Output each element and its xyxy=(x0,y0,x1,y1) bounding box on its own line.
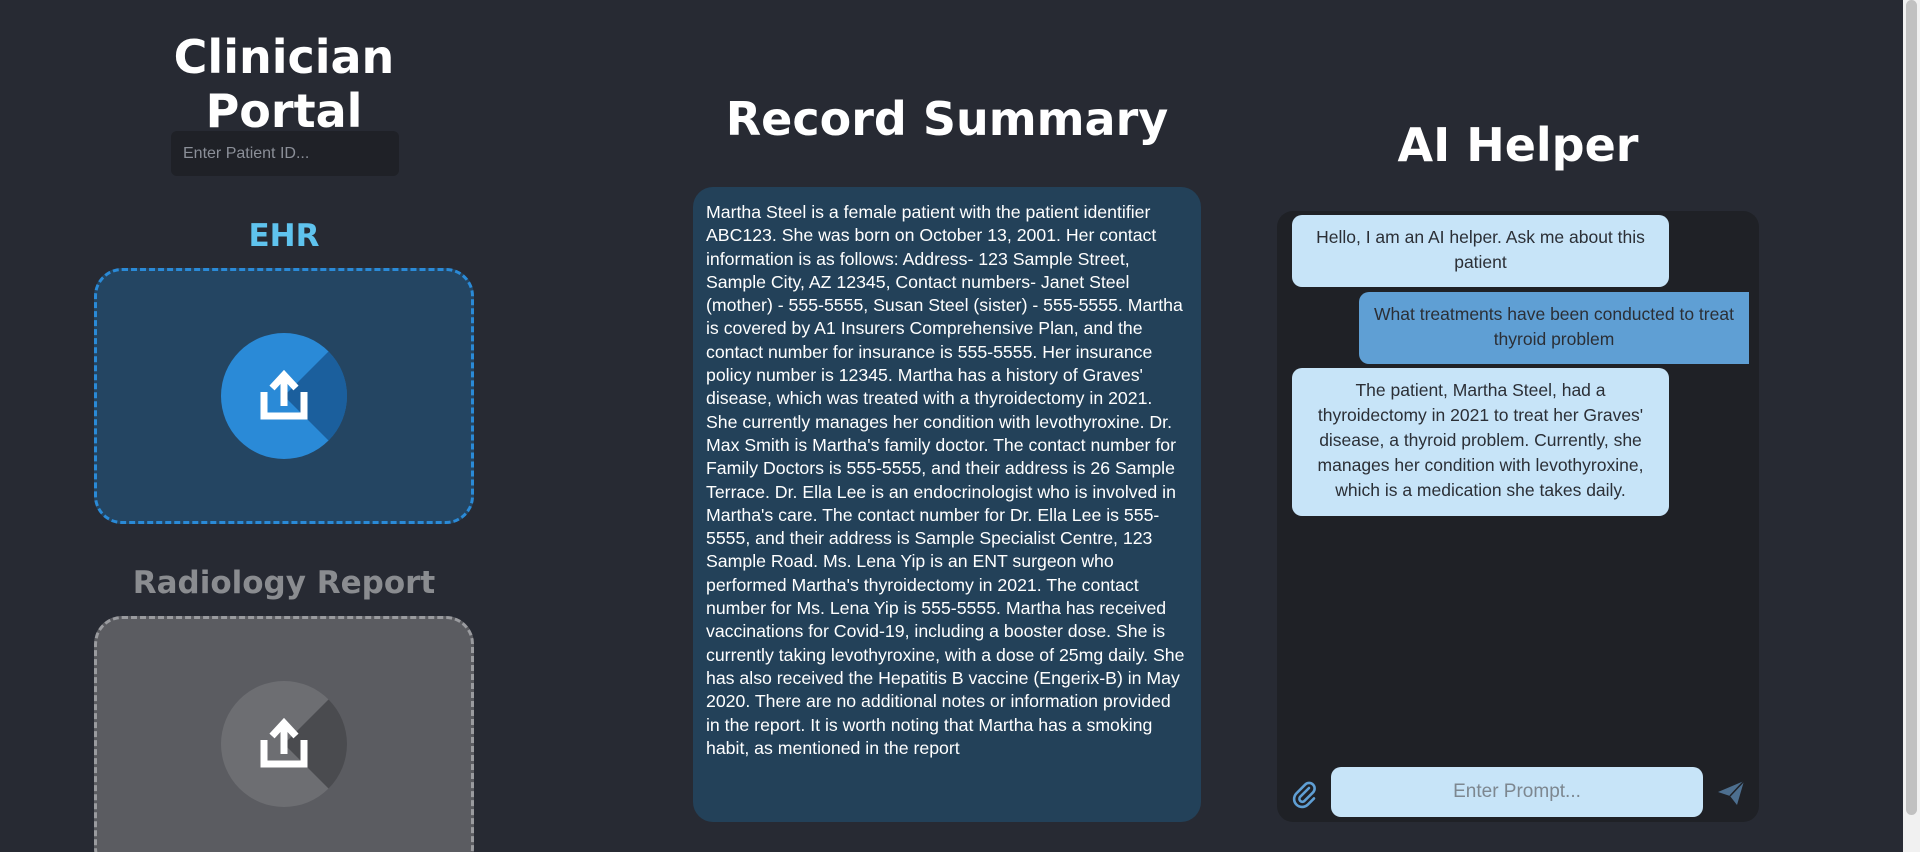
record-summary-title: Record Summary xyxy=(725,92,1169,146)
paperclip-icon[interactable] xyxy=(1289,779,1319,809)
chat-message-user: What treatments have been conducted to t… xyxy=(1359,292,1749,364)
prompt-input[interactable] xyxy=(1331,767,1703,817)
record-summary-text: Martha Steel is a female patient with th… xyxy=(693,187,1201,822)
upload-icon xyxy=(260,369,308,420)
clinician-portal-page: Clinician Portal EHR Radiology Report xyxy=(0,0,1920,852)
page-scrollbar[interactable] xyxy=(1903,0,1920,852)
scrollbar-thumb[interactable] xyxy=(1906,0,1917,815)
upload-icon xyxy=(260,717,308,768)
ehr-upload-dropzone[interactable] xyxy=(94,268,474,524)
send-icon[interactable] xyxy=(1715,777,1747,809)
patient-id-input[interactable] xyxy=(171,131,399,176)
ehr-label: EHR xyxy=(248,218,320,254)
chat-panel: Hello, I am an AI helper. Ask me about t… xyxy=(1277,211,1759,822)
radiology-upload-dropzone[interactable] xyxy=(94,616,474,852)
portal-title: Clinician Portal xyxy=(173,30,395,138)
chat-message-ai: The patient, Martha Steel, had a thyroid… xyxy=(1292,368,1669,516)
chat-message-ai: Hello, I am an AI helper. Ask me about t… xyxy=(1292,215,1669,287)
ehr-upload-button[interactable] xyxy=(221,333,347,459)
ai-helper-title: AI Helper xyxy=(1397,118,1639,172)
radiology-upload-button[interactable] xyxy=(221,681,347,807)
radiology-report-label: Radiology Report xyxy=(132,565,436,601)
